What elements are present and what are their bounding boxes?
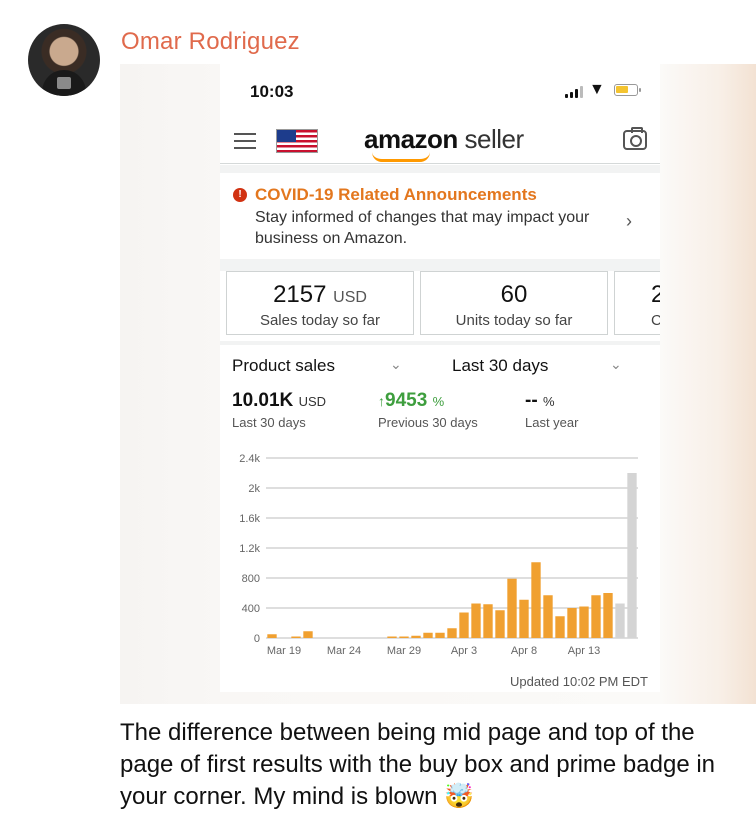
message-caption: The difference between being mid page an… bbox=[120, 717, 750, 813]
x-tick-label: Mar 19 bbox=[267, 645, 301, 657]
chart-bar bbox=[291, 636, 301, 638]
metric-label: C bbox=[615, 312, 660, 329]
divider bbox=[220, 165, 660, 173]
camera-icon[interactable] bbox=[623, 127, 647, 150]
amazon-seller-logo: amazon seller bbox=[364, 124, 524, 154]
phone-screenshot: 10:03 ▼ amazon seller ! COVID-19 Related… bbox=[220, 64, 660, 692]
chart-bar bbox=[459, 612, 469, 638]
chart-bar bbox=[579, 606, 589, 638]
us-flag-icon[interactable] bbox=[276, 129, 318, 153]
kpi-last-30: 10.01K USD Last 30 days bbox=[232, 390, 326, 430]
chart-bar bbox=[399, 636, 409, 638]
kpi-value: 10.01K bbox=[232, 390, 294, 411]
chart-bar bbox=[447, 628, 457, 638]
y-tick-label: 2.4k bbox=[239, 453, 260, 465]
x-tick-label: Apr 13 bbox=[568, 645, 600, 657]
kpi-label: Previous 30 days bbox=[378, 415, 478, 430]
chart-bar bbox=[267, 634, 277, 638]
chart-bar bbox=[519, 599, 529, 638]
sales-bar-chart[interactable]: 2.4k 2k 1.6k 1.2k 800 400 0 Mar 19 Mar 24 Mar 29 A… bbox=[220, 446, 660, 666]
metric-card-sales[interactable]: 2157 USD Sales today so far bbox=[226, 271, 414, 335]
chart-bar bbox=[543, 595, 553, 638]
battery-icon bbox=[614, 84, 641, 96]
metric-value: 2 bbox=[651, 281, 660, 308]
caption-text: The difference between being mid page an… bbox=[120, 719, 716, 810]
y-tick-label: 400 bbox=[242, 603, 260, 615]
avatar-shirt-print bbox=[57, 77, 71, 89]
kpi-last-year: -- % Last year bbox=[525, 390, 578, 430]
chart-bar bbox=[411, 635, 421, 638]
chart-bar bbox=[603, 593, 613, 638]
metric-card-units[interactable]: 60 Units today so far bbox=[420, 271, 608, 335]
chevron-down-icon[interactable]: ⌄ bbox=[610, 356, 622, 373]
kpi-unit: % bbox=[432, 394, 445, 409]
chart-selectors: Product sales ⌄ Last 30 days ⌄ bbox=[220, 345, 660, 385]
kpi-unit: USD bbox=[298, 394, 327, 409]
amazon-smile-logo bbox=[372, 152, 430, 162]
y-tick-label: 1.2k bbox=[239, 543, 260, 555]
author-name[interactable]: Omar Rodriguez bbox=[121, 28, 300, 56]
metric-value: 60 bbox=[500, 281, 528, 308]
metric-label: Units today so far bbox=[455, 312, 573, 329]
kpi-value: 9453 bbox=[385, 390, 428, 411]
kpi-previous-30: ↑9453 % Previous 30 days bbox=[378, 390, 478, 430]
updated-timestamp: Updated 10:02 PM EDT bbox=[509, 674, 648, 689]
metric-cards: 2157 USD Sales today so far 60 Units tod… bbox=[220, 271, 660, 341]
y-tick-label: 2k bbox=[248, 483, 260, 495]
avatar[interactable] bbox=[28, 24, 100, 96]
chevron-down-icon[interactable]: ⌄ bbox=[390, 356, 402, 373]
chart-bar bbox=[435, 632, 445, 638]
alert-icon: ! bbox=[233, 188, 247, 202]
covid-announcement-card[interactable]: ! COVID-19 Related Announcements Stay in… bbox=[220, 173, 660, 259]
metric-label: Sales today so far bbox=[259, 312, 381, 329]
chart-bar bbox=[387, 636, 397, 638]
chart-bar bbox=[507, 578, 517, 638]
chart-bar bbox=[495, 610, 505, 638]
mind-blown-emoji-icon: 🤯 bbox=[444, 783, 475, 810]
metric-dropdown[interactable]: Product sales bbox=[232, 356, 335, 376]
chevron-right-icon: › bbox=[626, 211, 632, 231]
up-arrow-icon: ↑ bbox=[378, 393, 385, 409]
kpi-label: Last year bbox=[525, 415, 579, 430]
status-time: 10:03 bbox=[250, 82, 294, 101]
chart-bar bbox=[423, 632, 433, 638]
announcement-description: Stay informed of changes that may impact… bbox=[255, 209, 590, 247]
chart-bar bbox=[567, 608, 577, 638]
x-tick-label: Apr 3 bbox=[451, 645, 477, 657]
metric-value: 2157 bbox=[273, 281, 327, 308]
chart-bar bbox=[483, 604, 493, 638]
kpi-label: Last 30 days bbox=[232, 415, 306, 430]
x-tick-label: Mar 29 bbox=[387, 645, 421, 657]
wifi-icon: ▼ bbox=[589, 81, 605, 98]
chart-bar bbox=[591, 595, 601, 638]
x-tick-label: Mar 24 bbox=[327, 645, 361, 657]
signal-icon bbox=[565, 86, 585, 98]
range-dropdown[interactable]: Last 30 days bbox=[452, 356, 548, 376]
metric-unit: USD bbox=[333, 289, 367, 306]
chart-bar bbox=[531, 562, 541, 638]
chart-bar bbox=[615, 603, 625, 638]
y-tick-label: 0 bbox=[254, 633, 260, 645]
divider bbox=[220, 259, 660, 271]
chart-bar bbox=[471, 603, 481, 638]
x-tick-label: Apr 8 bbox=[511, 645, 537, 657]
chart-svg: 2.4k 2k 1.6k 1.2k 800 400 0 Mar 19 Mar 24 Mar 29 A… bbox=[239, 453, 638, 657]
metric-card-partial[interactable]: 2 C bbox=[614, 271, 660, 335]
hamburger-menu-icon[interactable] bbox=[234, 133, 256, 149]
app-bar: amazon seller bbox=[220, 116, 660, 164]
chart-bar bbox=[555, 616, 565, 638]
status-bar: 10:03 ▼ bbox=[220, 64, 660, 116]
y-tick-label: 1.6k bbox=[239, 513, 260, 525]
chart-bar bbox=[627, 473, 637, 638]
chart-bar bbox=[303, 631, 313, 638]
kpi-unit: % bbox=[542, 394, 555, 409]
kpi-value: -- bbox=[525, 390, 538, 411]
announcement-title: COVID-19 Related Announcements bbox=[255, 185, 537, 204]
kpi-row: 10.01K USD Last 30 days ↑9453 % Previous… bbox=[220, 384, 660, 434]
y-tick-label: 800 bbox=[242, 573, 260, 585]
